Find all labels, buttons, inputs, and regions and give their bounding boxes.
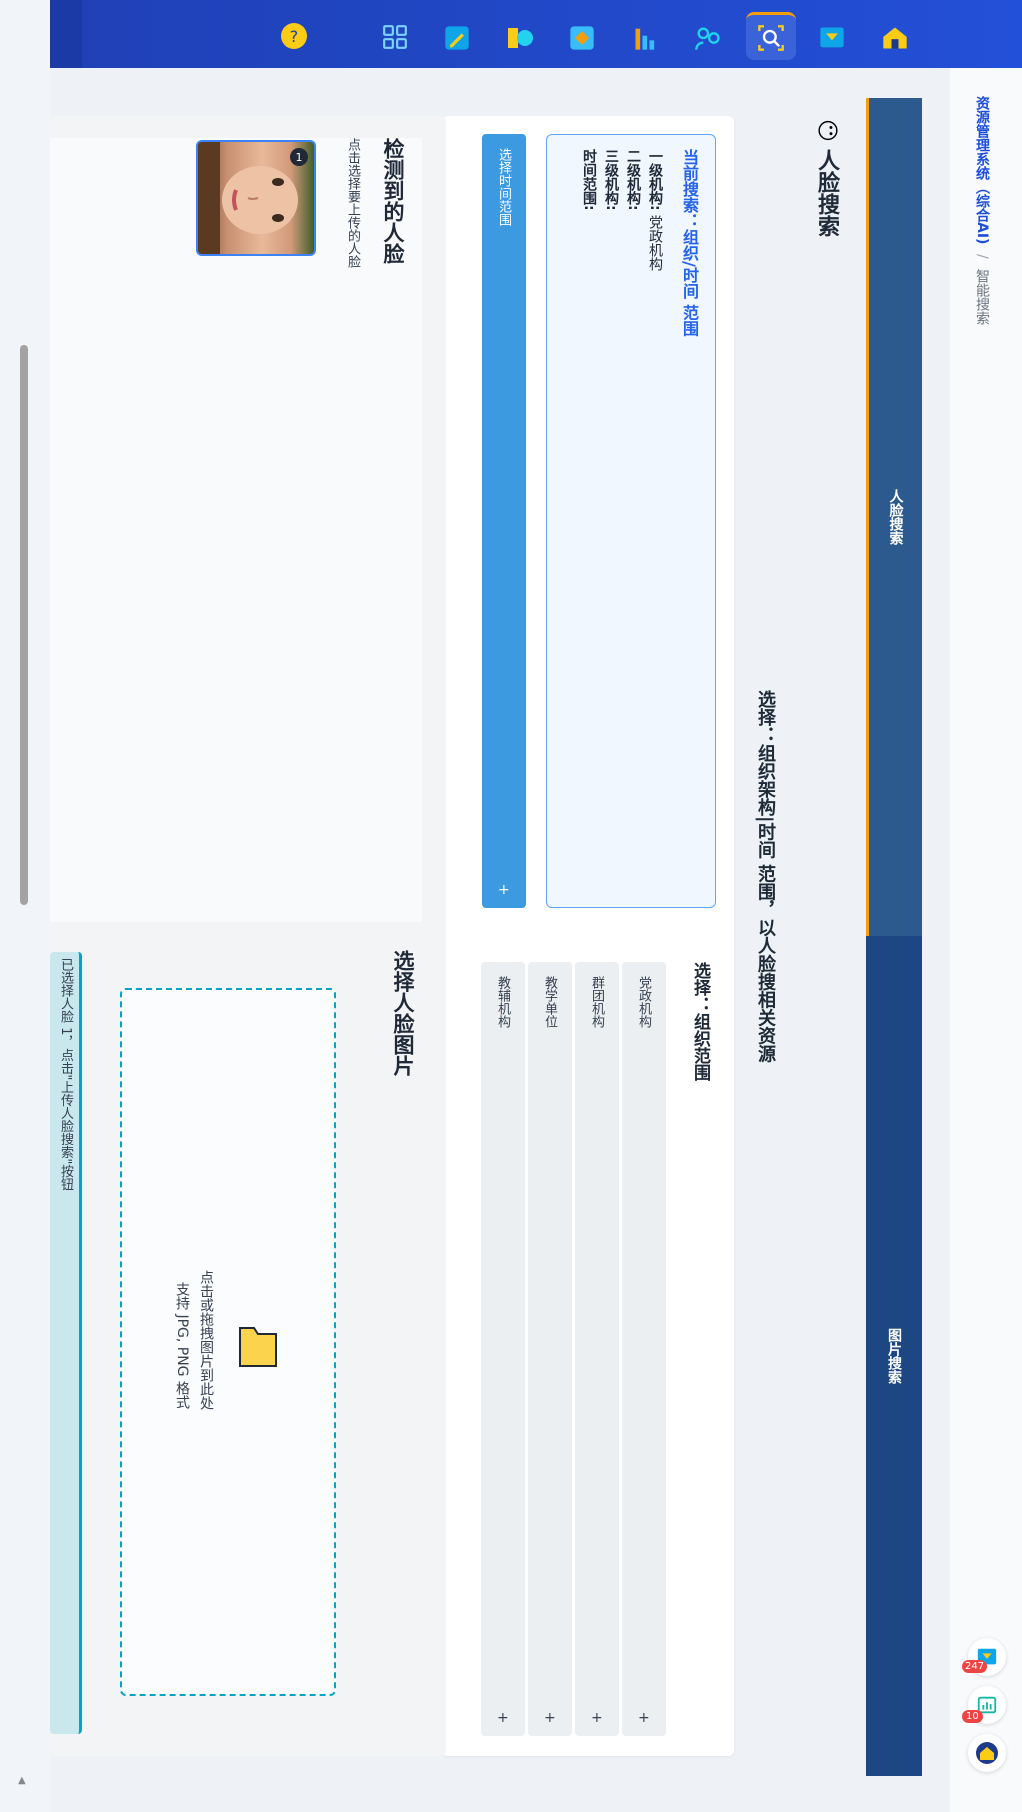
download-icon: [820, 27, 844, 48]
org-item-3[interactable]: 教学单位 +: [528, 962, 572, 1736]
float-chart-badge: 10: [962, 1710, 983, 1723]
current-search-row-4: 时间范围:: [581, 149, 597, 211]
upload-drop-text: 点击或拖拽图片到此处: [198, 1270, 214, 1410]
breadcrumb-strip: 资源管理系统（综合AI) / 智能搜索 247 10: [950, 68, 1022, 1812]
current-search-box: 当前搜索：组织/时间 范围 一级机构: 党政机构 二级机构: 三级机构: 时间范围…: [546, 134, 716, 908]
org-title-highlight: 组织范围: [690, 1013, 710, 1081]
folder-icon: [239, 1327, 277, 1367]
face-search-icon: [758, 24, 784, 51]
instruction-text: 选择：组织架构|时间 范围，以人脸搜相关资源: [755, 690, 776, 1063]
tab-image-search-v[interactable]: 图片搜索: [866, 936, 922, 1776]
rail-grid-button[interactable]: [382, 24, 408, 50]
scroll-up-arrow-icon[interactable]: ▲: [18, 1775, 26, 1786]
user-icon: [508, 28, 533, 48]
org-item-3-plus: +: [544, 1710, 556, 1726]
org-item-4-label: 教辅机构: [495, 976, 510, 1028]
org-item-1[interactable]: 党政机构 +: [622, 962, 666, 1736]
rail-user-button[interactable]: [505, 24, 535, 52]
org-item-2-label: 群团机构: [589, 976, 604, 1028]
breadcrumb-sep-v: /: [974, 254, 990, 260]
org-item-2[interactable]: 群团机构 +: [575, 962, 619, 1736]
float-download-badge: 247: [962, 1660, 988, 1673]
rail-edit-button[interactable]: [443, 24, 471, 52]
org-item-4[interactable]: 教辅机构 +: [481, 962, 525, 1736]
float-chart[interactable]: 10: [962, 1686, 1006, 1724]
home-icon: [883, 27, 907, 49]
home-icon: [976, 1742, 998, 1764]
org-item-4-plus: +: [497, 1710, 509, 1726]
overlay: 用户9 ? 资源管: [0, 0, 1022, 1812]
grid-icon: [383, 25, 407, 49]
org-item-2-plus: +: [591, 1710, 603, 1726]
rail-tag-button[interactable]: [568, 24, 596, 52]
face-emoji-icon-v: 😶: [813, 119, 839, 142]
current-search-row-3: 三级机构:: [603, 149, 619, 211]
rail-help-button[interactable]: ?: [278, 20, 310, 52]
upload-dropzone[interactable]: 点击或拖拽图片到此处 支持 JPG, PNG 格式: [120, 988, 336, 1696]
current-search-row-1: 一级机构: 党政机构: [645, 149, 665, 271]
tab-face-search-v[interactable]: 人脸搜索: [866, 98, 922, 936]
float-download[interactable]: 247: [962, 1638, 1006, 1676]
rail-face-search-button[interactable]: [746, 12, 796, 60]
svg-text:?: ?: [290, 27, 299, 46]
current-search-highlight: 组织/时间 范围: [680, 229, 699, 337]
rail-home-button[interactable]: [880, 24, 910, 52]
detected-panel: 检测到的人脸 点击选择要上传的人脸 1: [50, 138, 422, 922]
org-item-3-label: 教学单位: [542, 976, 557, 1028]
tab-image-search-label: 图片搜索: [886, 1328, 902, 1384]
float-home[interactable]: [968, 1734, 1006, 1772]
page-title-v: 😶 人脸搜索: [798, 118, 854, 268]
bar-chart-icon: [635, 28, 655, 50]
detected-title: 检测到的人脸: [381, 138, 405, 264]
time-range-plus: +: [498, 882, 510, 898]
edit-icon: [445, 26, 469, 50]
breadcrumb-current-v: 智能搜索: [974, 269, 990, 326]
help-icon: ?: [281, 23, 307, 49]
current-search-heading: 当前搜索：组织/时间 范围: [677, 149, 701, 336]
scrollbar-track[interactable]: [0, 0, 50, 1812]
upload-status: 已选择人脸 1，点击"上传人脸搜索"按钮: [50, 952, 82, 1734]
face-number-badge: 1: [290, 148, 308, 166]
org-title-prefix: 选择：: [690, 962, 710, 1013]
row1-value: 党政机构: [647, 214, 663, 271]
current-search-prefix: 当前搜索：: [680, 149, 699, 229]
face-thumbnail[interactable]: 1: [196, 140, 316, 256]
row1-label: 一级机构:: [647, 149, 663, 211]
time-range-label: 选择时间范围: [496, 148, 511, 226]
rail-people-button[interactable]: [694, 24, 722, 52]
time-range-button[interactable]: 选择时间范围 +: [482, 134, 526, 908]
detected-subtitle: 点击选择要上传的人脸: [345, 138, 360, 268]
rail-bar-chart-button[interactable]: [632, 24, 660, 52]
org-section-title: 选择：组织范围: [688, 962, 713, 1081]
rail-download-button[interactable]: [818, 24, 846, 52]
current-search-row-2: 二级机构:: [625, 149, 641, 211]
tab-face-search-label: 人脸搜索: [887, 489, 904, 545]
breadcrumb-vertical: 资源管理系统（综合AI) / 智能搜索: [972, 96, 992, 325]
org-item-1-plus: +: [638, 1710, 650, 1726]
scrollbar-thumb[interactable]: [20, 345, 28, 905]
breadcrumb-root-v[interactable]: 资源管理系统（综合AI): [974, 96, 990, 244]
people-icon: [695, 27, 720, 50]
page-title-text-v: 人脸搜索: [814, 149, 839, 237]
icon-rail: 用户9 ?: [0, 0, 1022, 68]
org-item-1-label: 党政机构: [636, 976, 651, 1028]
upload-status-text: 已选择人脸 1，点击"上传人脸搜索"按钮: [58, 958, 73, 1191]
upload-title: 选择人脸图片: [391, 950, 415, 1076]
upload-format-text: 支持 JPG, PNG 格式: [174, 1282, 190, 1409]
tag-icon: [570, 26, 594, 50]
